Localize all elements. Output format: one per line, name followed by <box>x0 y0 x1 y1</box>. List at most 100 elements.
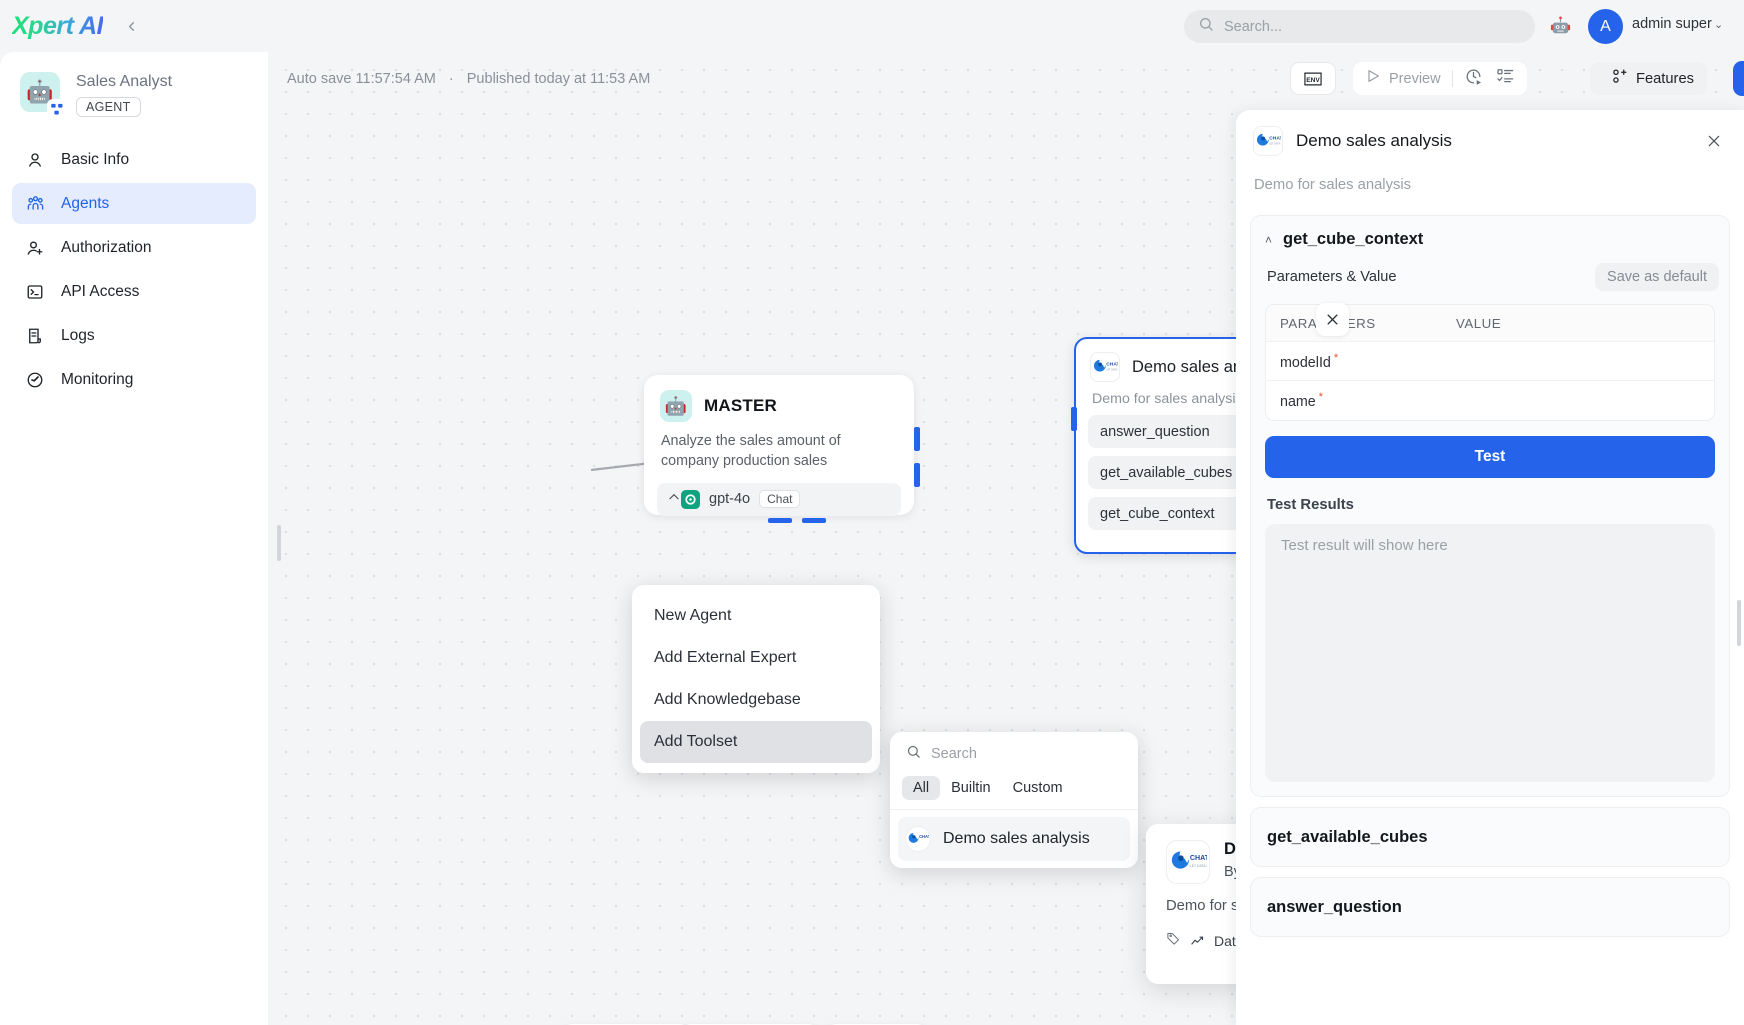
status-badge: AGENT <box>76 97 141 117</box>
tag-icon <box>1166 931 1181 951</box>
tool-name: answer_question <box>1267 897 1402 916</box>
sidebar-item-api-access[interactable]: API Access <box>12 271 256 312</box>
autosave-text: Auto save 11:57:54 AM <box>287 71 436 87</box>
tool-card-answer-question[interactable]: answer_question <box>1250 877 1730 937</box>
menu-item-add-toolset[interactable]: Add Toolset <box>640 721 872 763</box>
param-value-cell <box>1456 346 1714 376</box>
model-name: gpt-4o <box>709 491 751 508</box>
collapse-arrow-icon <box>667 490 681 509</box>
chatbi-logo-icon: CHATBI LET DATA SPEAK <box>1090 352 1120 382</box>
divider <box>1451 70 1453 87</box>
list-item-label: Demo sales analysis <box>943 830 1090 847</box>
model-type-badge: Chat <box>759 490 801 509</box>
preview-group[interactable]: Preview <box>1353 62 1527 95</box>
master-bottom-ports[interactable] <box>768 518 826 523</box>
app-logo[interactable]: Xpert AI <box>12 12 103 41</box>
input-port[interactable] <box>1071 407 1077 431</box>
svg-text:LET DATA SPEAK: LET DATA SPEAK <box>1190 864 1207 868</box>
menu-item-add-external-expert[interactable]: Add External Expert <box>640 637 872 679</box>
logo-text-ai: AI <box>78 11 103 40</box>
tab-builtin[interactable]: Builtin <box>940 776 1002 800</box>
published-text: Published today at 11:53 AM <box>466 71 651 87</box>
svg-text:ENV: ENV <box>1306 76 1320 83</box>
master-emoji: 🤖 <box>664 395 688 416</box>
toolset-picker-popup[interactable]: All Builtin Custom CHATBI Demo sales ana… <box>890 732 1138 868</box>
play-icon[interactable] <box>1365 68 1381 89</box>
toolset-search[interactable] <box>890 732 1138 776</box>
svg-text:CHATBI: CHATBI <box>1190 854 1207 862</box>
avatar-letter: A <box>1600 17 1611 35</box>
tool-card-subheader: Parameters & Value Save as default <box>1251 249 1729 291</box>
sidebar-item-monitoring[interactable]: Monitoring <box>12 359 256 400</box>
close-node-button[interactable] <box>1316 303 1349 336</box>
output-port-bottom[interactable] <box>914 463 920 487</box>
column-header-value: VALUE <box>1456 315 1502 331</box>
toolset-detail-panel: CHATBI LET DATA SPEAK Demo sales analysi… <box>1236 110 1744 1025</box>
master-node-header: 🤖 MASTER <box>644 375 914 422</box>
user-icon <box>26 151 50 169</box>
sidebar-item-label: Monitoring <box>61 370 134 388</box>
param-name-cell: modelId * <box>1266 352 1456 371</box>
required-asterisk: * <box>1318 391 1324 404</box>
menu-item-add-knowledgebase[interactable]: Add Knowledgebase <box>640 679 872 721</box>
sidebar-item-authorization[interactable]: Authorization <box>12 227 256 268</box>
global-search[interactable] <box>1184 10 1535 43</box>
master-model-chip[interactable]: gpt-4o Chat <box>657 482 901 516</box>
master-node-title: MASTER <box>704 396 777 415</box>
terminal-icon <box>26 283 50 301</box>
features-button[interactable]: Features <box>1590 62 1707 95</box>
agent-meta: Sales Analyst AGENT <box>76 72 172 117</box>
parameters-label: Parameters & Value <box>1267 269 1397 285</box>
canvas-context-menu[interactable]: New Agent Add External Expert Add Knowle… <box>632 585 880 773</box>
left-sidebar: 🤖 Sales Analyst AGENT Basic Info Agents … <box>0 52 268 1025</box>
output-port-top[interactable] <box>914 427 920 451</box>
list-item-demo-sales-analysis[interactable]: CHATBI Demo sales analysis <box>898 817 1130 861</box>
param-value-input-name[interactable] <box>1456 385 1704 416</box>
sidebar-nav: Basic Info Agents Authorization API Acce… <box>0 139 268 400</box>
chevron-up-icon[interactable]: ˄ <box>1265 233 1283 247</box>
agent-node-master[interactable]: 🤖 MASTER Analyze the sales amount of com… <box>644 375 920 516</box>
publish-button[interactable]: Publish ⌄ <box>1733 61 1744 96</box>
checklist-icon[interactable] <box>1496 67 1515 91</box>
tool-name: get_cube_context <box>1283 230 1424 248</box>
schedule-clock-icon[interactable] <box>1464 67 1483 91</box>
avatar[interactable]: A <box>1588 9 1623 44</box>
toolset-search-input[interactable] <box>931 746 1122 762</box>
top-bar: Xpert AI A admin super ⌄ <box>0 0 1744 52</box>
agent-header: 🤖 Sales Analyst AGENT <box>0 52 268 119</box>
chart-line-icon <box>1190 934 1205 949</box>
svg-text:CHATBI: CHATBI <box>919 834 929 839</box>
svg-text:LET DATA SPEAK: LET DATA SPEAK <box>1269 142 1281 145</box>
save-as-default-button[interactable]: Save as default <box>1595 263 1719 291</box>
tool-card-get-available-cubes[interactable]: get_available_cubes <box>1250 807 1730 867</box>
env-button[interactable]: ENV <box>1290 62 1336 95</box>
svg-text:CHATBI: CHATBI <box>1106 362 1118 368</box>
menu-item-new-agent[interactable]: New Agent <box>640 595 872 637</box>
chevron-down-icon[interactable]: ⌄ <box>1714 18 1723 31</box>
sidebar-item-label: Basic Info <box>61 150 130 168</box>
sidebar-item-basic-info[interactable]: Basic Info <box>12 139 256 180</box>
sidebar-item-agents[interactable]: Agents <box>12 183 256 224</box>
panel-title: Demo sales analysis <box>1296 131 1452 150</box>
test-results-box: Test result will show here <box>1265 524 1715 782</box>
close-icon[interactable] <box>1700 127 1728 155</box>
tab-all[interactable]: All <box>902 776 941 800</box>
chevron-left-icon[interactable] <box>119 13 145 39</box>
tab-custom[interactable]: Custom <box>1002 776 1074 800</box>
sidebar-item-logs[interactable]: Logs <box>12 315 256 356</box>
toolset-tabs[interactable]: All Builtin Custom <box>890 776 1138 810</box>
bottom-port-left[interactable] <box>768 518 792 523</box>
canvas-left-resize-handle[interactable] <box>277 525 281 561</box>
test-button[interactable]: Test <box>1265 436 1715 478</box>
document-lines-icon <box>26 327 50 345</box>
search-icon <box>1198 16 1214 37</box>
param-value-input-modelid[interactable] <box>1456 346 1704 376</box>
user-name-label[interactable]: admin super <box>1632 16 1712 32</box>
features-label: Features <box>1636 70 1694 87</box>
panel-scrollbar[interactable] <box>1737 600 1741 646</box>
bottom-port-right[interactable] <box>802 518 826 523</box>
robot-icon[interactable] <box>1545 11 1575 41</box>
tool-card-header[interactable]: ˄ get_cube_context <box>1251 216 1729 249</box>
search-input[interactable] <box>1224 18 1521 35</box>
logo-text-xpert: Xpert <box>12 11 74 40</box>
